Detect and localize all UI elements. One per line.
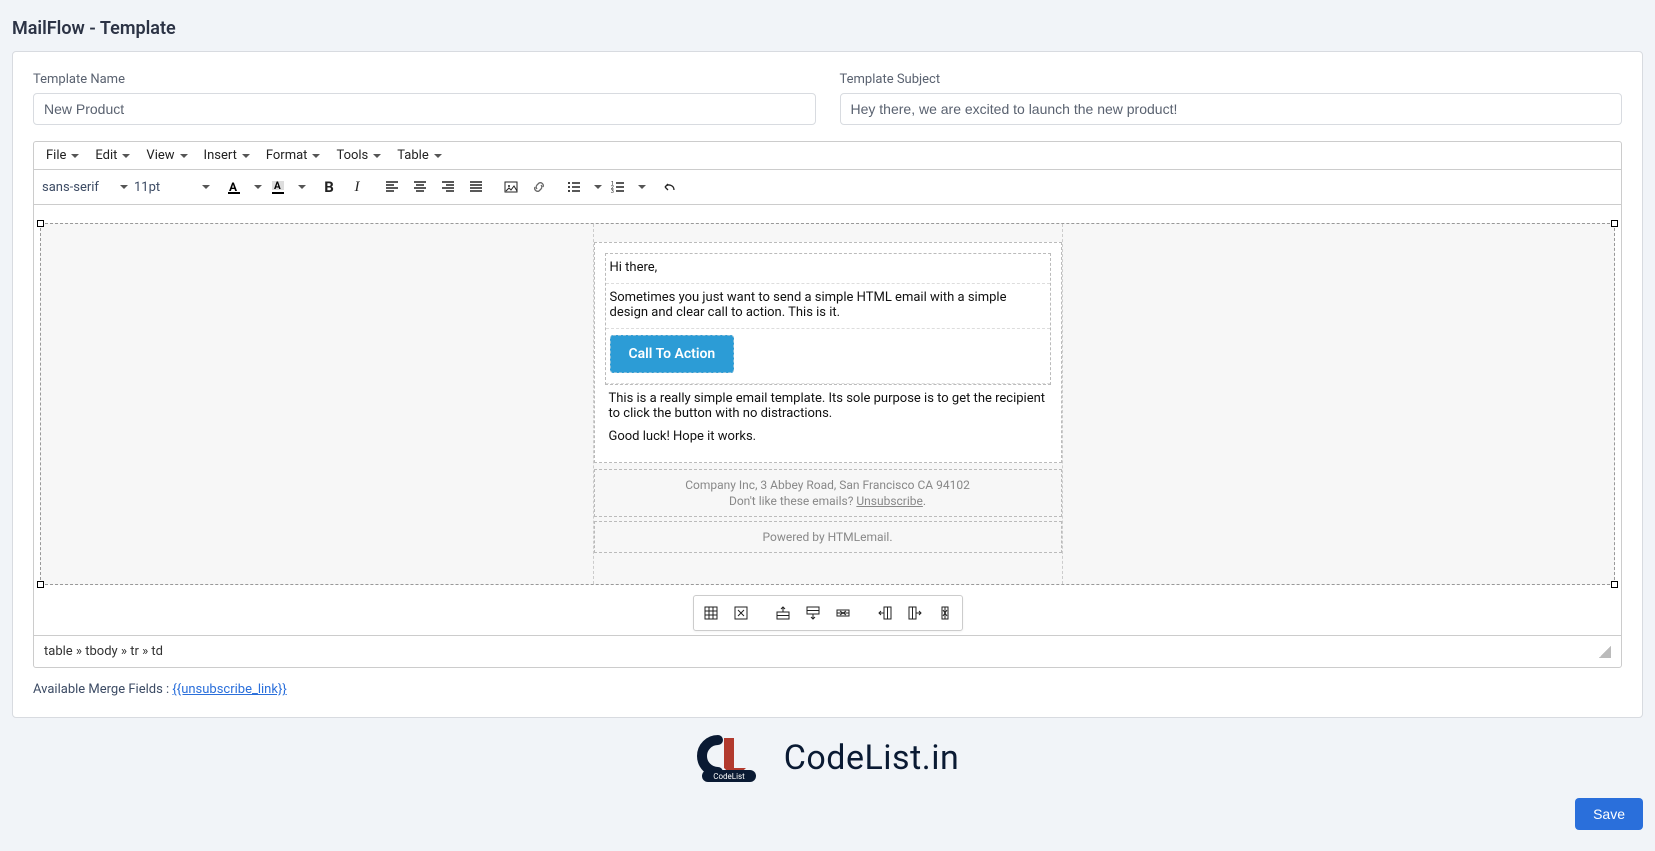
chevron-down-icon xyxy=(122,154,130,158)
template-name-label: Template Name xyxy=(33,72,816,87)
email-paragraph[interactable]: This is a really simple email template. … xyxy=(605,385,1051,429)
number-list-dropdown[interactable] xyxy=(633,174,647,200)
editor-canvas[interactable]: Hi there, Sometimes you just want to sen… xyxy=(34,205,1621,635)
editor-toolbar: sans-serif 11pt A A B I 123 xyxy=(34,170,1621,205)
align-right-button[interactable] xyxy=(435,174,461,200)
align-justify-button[interactable] xyxy=(463,174,489,200)
svg-text:A: A xyxy=(229,180,238,194)
undo-button[interactable] xyxy=(656,174,682,200)
chevron-down-icon xyxy=(373,154,381,158)
chevron-down-icon xyxy=(638,185,646,189)
resize-grip[interactable] xyxy=(1599,646,1611,658)
chevron-down-icon xyxy=(71,154,79,158)
svg-text:1: 1 xyxy=(611,181,614,187)
powered-by: Powered by HTMLemail. xyxy=(594,521,1062,553)
table-cell[interactable] xyxy=(1062,224,1615,584)
image-button[interactable] xyxy=(498,174,524,200)
table-context-toolbar xyxy=(40,595,1615,631)
text-color-button[interactable]: A xyxy=(221,174,247,200)
resize-handle[interactable] xyxy=(37,220,44,227)
chevron-down-icon xyxy=(434,154,442,158)
merge-fields-row: Available Merge Fields : {{unsubscribe_l… xyxy=(33,682,1622,697)
insert-col-before-icon[interactable] xyxy=(872,600,898,626)
chevron-down-icon xyxy=(120,185,128,189)
menu-file[interactable]: File xyxy=(38,142,87,169)
delete-row-icon[interactable] xyxy=(830,600,856,626)
email-intro[interactable]: Sometimes you just want to send a simple… xyxy=(606,284,1050,329)
template-subject-label: Template Subject xyxy=(840,72,1623,87)
editor-statusbar: table » tbody » tr » td xyxy=(34,635,1621,667)
menu-edit[interactable]: Edit xyxy=(87,142,138,169)
bottom-bar: Save xyxy=(0,798,1655,838)
resize-handle[interactable] xyxy=(1611,581,1618,588)
text-color-dropdown[interactable] xyxy=(249,174,263,200)
template-name-input[interactable] xyxy=(33,93,816,125)
table-properties-icon[interactable] xyxy=(698,600,724,626)
chevron-down-icon xyxy=(594,185,602,189)
codelist-logo-icon: CodeList xyxy=(696,734,776,782)
font-size-select[interactable]: 11pt xyxy=(132,176,212,199)
delete-col-icon[interactable] xyxy=(932,600,958,626)
chevron-down-icon xyxy=(202,185,210,189)
svg-text:A: A xyxy=(274,181,281,192)
email-paragraph[interactable]: Good luck! Hope it works. xyxy=(605,429,1051,452)
insert-row-after-icon[interactable] xyxy=(800,600,826,626)
link-button[interactable] xyxy=(526,174,552,200)
bold-button[interactable]: B xyxy=(316,174,342,200)
chevron-down-icon xyxy=(312,154,320,158)
template-subject-input[interactable] xyxy=(840,93,1623,125)
menu-insert[interactable]: Insert xyxy=(196,142,258,169)
number-list-button[interactable]: 123 xyxy=(605,174,631,200)
table-cell[interactable] xyxy=(41,224,594,584)
selected-table[interactable]: Hi there, Sometimes you just want to sen… xyxy=(40,223,1615,585)
table-cell[interactable]: Hi there, Sometimes you just want to sen… xyxy=(594,224,1062,584)
align-center-button[interactable] xyxy=(407,174,433,200)
watermark: CodeList CodeList.in xyxy=(0,734,1655,786)
save-button[interactable]: Save xyxy=(1575,798,1643,830)
font-family-select[interactable]: sans-serif xyxy=(40,176,130,199)
element-path[interactable]: table » tbody » tr » td xyxy=(44,644,163,659)
page-title: MailFlow - Template xyxy=(0,0,1655,51)
chevron-down-icon xyxy=(298,185,306,189)
delete-table-icon[interactable] xyxy=(728,600,754,626)
menu-view[interactable]: View xyxy=(138,142,195,169)
footer-unsub-text: Don't like these emails? xyxy=(729,494,856,508)
align-left-button[interactable] xyxy=(379,174,405,200)
menu-tools[interactable]: Tools xyxy=(328,142,389,169)
chevron-down-icon xyxy=(254,185,262,189)
cta-button[interactable]: Call To Action xyxy=(610,335,735,373)
bullet-list-dropdown[interactable] xyxy=(589,174,603,200)
email-body-card: Hi there, Sometimes you just want to sen… xyxy=(594,242,1062,463)
menu-format[interactable]: Format xyxy=(258,142,329,169)
bg-color-dropdown[interactable] xyxy=(293,174,307,200)
rich-text-editor: File Edit View Insert Format Tools Table… xyxy=(33,141,1622,668)
merge-field-link[interactable]: {{unsubscribe_link}} xyxy=(172,682,286,697)
chevron-down-icon xyxy=(242,154,250,158)
resize-handle[interactable] xyxy=(37,581,44,588)
email-footer: Company Inc, 3 Abbey Road, San Francisco… xyxy=(594,469,1062,517)
watermark-text: CodeList.in xyxy=(784,738,959,778)
template-card: Template Name Template Subject File Edit… xyxy=(12,51,1643,718)
unsubscribe-link[interactable]: Unsubscribe xyxy=(856,494,923,508)
resize-handle[interactable] xyxy=(1611,220,1618,227)
bg-color-button[interactable]: A xyxy=(265,174,291,200)
chevron-down-icon xyxy=(180,154,188,158)
menu-table[interactable]: Table xyxy=(389,142,449,169)
svg-text:CodeList: CodeList xyxy=(713,772,745,781)
italic-button[interactable]: I xyxy=(344,174,370,200)
bullet-list-button[interactable] xyxy=(561,174,587,200)
email-greeting[interactable]: Hi there, xyxy=(606,254,1050,284)
editor-menubar: File Edit View Insert Format Tools Table xyxy=(34,142,1621,170)
footer-address[interactable]: Company Inc, 3 Abbey Road, San Francisco… xyxy=(603,478,1053,492)
insert-row-before-icon[interactable] xyxy=(770,600,796,626)
insert-col-after-icon[interactable] xyxy=(902,600,928,626)
svg-text:2: 2 xyxy=(611,185,614,191)
svg-text:3: 3 xyxy=(611,189,614,195)
